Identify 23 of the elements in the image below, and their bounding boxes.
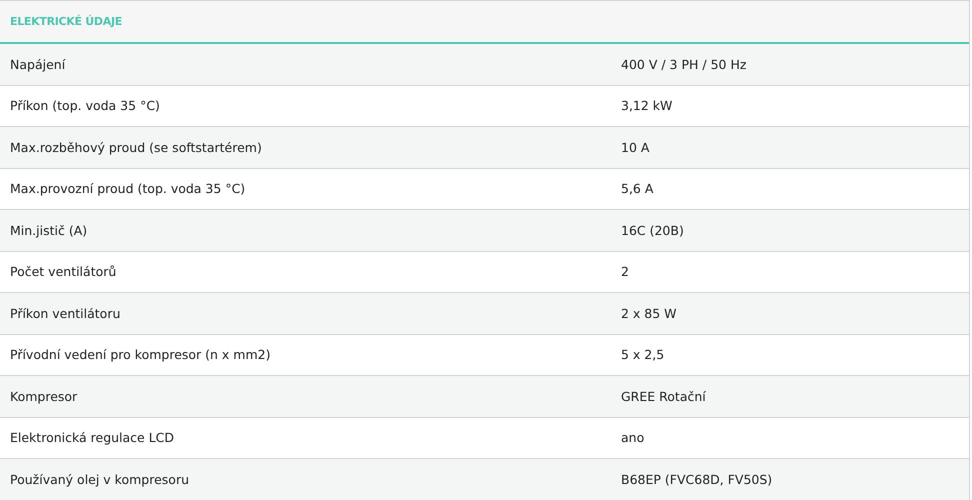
table-cell-text: B68EP (FVC68D, FV50S) [620, 472, 774, 487]
table-cell-text: Příkon (top. voda 35 °C) [9, 98, 161, 114]
table-cell-text: GREE Rotační [620, 388, 707, 404]
table-cell-text: Napájení [9, 56, 66, 72]
table-cell-text: 2 x 85 W [620, 306, 678, 321]
table-cell-text: 10 A [620, 140, 650, 155]
table-cell-text: 5 x 2,5 [620, 347, 666, 362]
table-cell-text: 3,12 kW [620, 98, 674, 114]
table-cell-text: ano [620, 430, 646, 446]
table-title: ELEKTRICKÉ ÚDAJE [10, 15, 122, 28]
table-cell-text: Příkon ventilátoru [9, 306, 122, 321]
table-cell-text: Elektronická regulace LCD [9, 430, 176, 446]
table-cell-text: Přívodní vedení pro kompresor (n x mm2) [9, 347, 272, 362]
table-cell-text: 5,6 A [620, 181, 654, 196]
table-cell-text: Max.rozběhový proud (se softstartérem) [9, 140, 263, 155]
table-cell-text: Používaný olej v kompresoru [9, 472, 190, 487]
table-cell-text: 16C (20B) [620, 222, 685, 238]
table-cell-text: Min.jistič (A) [9, 222, 88, 238]
table-cell-text: Kompresor [9, 388, 78, 404]
table-cell-text: Max.provozní proud (top. voda 35 °C) [9, 181, 246, 196]
table-cell-text: 2 [620, 264, 630, 280]
table-cell-text: Počet ventilátorů [9, 264, 118, 280]
table-cell-text: 400 V / 3 PH / 50 Hz [620, 56, 748, 72]
